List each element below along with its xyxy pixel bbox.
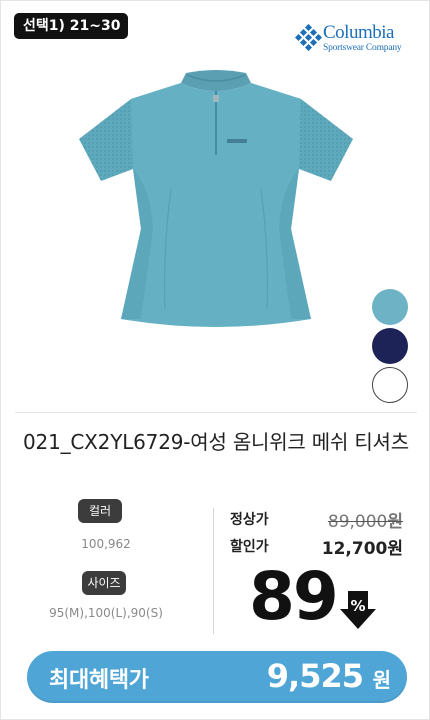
divider — [15, 412, 417, 413]
discount-down-arrow-icon: % — [340, 591, 376, 629]
regular-price: 89,000원 — [328, 507, 403, 532]
sale-price-label: 할인가 — [230, 539, 269, 555]
max-benefit-currency: 원 — [372, 668, 391, 692]
product-title[interactable]: 021_CX2YL6729-여성 옴니위크 메쉬 티셔츠 — [21, 427, 411, 457]
regular-price-label: 정상가 — [230, 512, 269, 528]
color-options: 100,962 — [81, 537, 131, 551]
brand-name: Columbia — [323, 22, 394, 43]
vertical-divider — [213, 508, 214, 634]
discount-rate: 89 — [249, 558, 339, 635]
color-swatch-white[interactable] — [372, 367, 408, 403]
product-image[interactable] — [71, 69, 361, 339]
brand-logo: Columbia Sportswear Company — [295, 22, 407, 56]
discount-unit: % — [350, 597, 365, 615]
selection-badge: 선택1) 21~30 — [14, 13, 128, 39]
sale-price-value: 12,700 — [321, 539, 388, 559]
product-card[interactable]: 선택1) 21~30 Columbia Sportswear Company 0… — [0, 0, 430, 720]
columbia-diamond-icon — [295, 24, 322, 51]
regular-price-value: 89,000 — [327, 512, 388, 532]
max-benefit-price-bar[interactable]: 최대혜택가 9,525 원 — [27, 651, 407, 703]
brand-subtitle: Sportswear Company — [323, 43, 402, 53]
size-tag: 사이즈 — [82, 571, 126, 595]
color-swatch-turquoise[interactable] — [372, 289, 408, 325]
regular-price-currency: 원 — [387, 512, 403, 532]
color-swatch-navy[interactable] — [372, 328, 408, 364]
sale-price: 12,700원 — [322, 534, 403, 559]
max-benefit-label: 최대혜택가 — [49, 668, 149, 693]
size-options: 95(M),100(L),90(S) — [49, 606, 163, 620]
sale-price-currency: 원 — [387, 539, 403, 559]
color-tag: 컬러 — [78, 499, 122, 523]
max-benefit-price: 9,525 — [266, 657, 364, 695]
